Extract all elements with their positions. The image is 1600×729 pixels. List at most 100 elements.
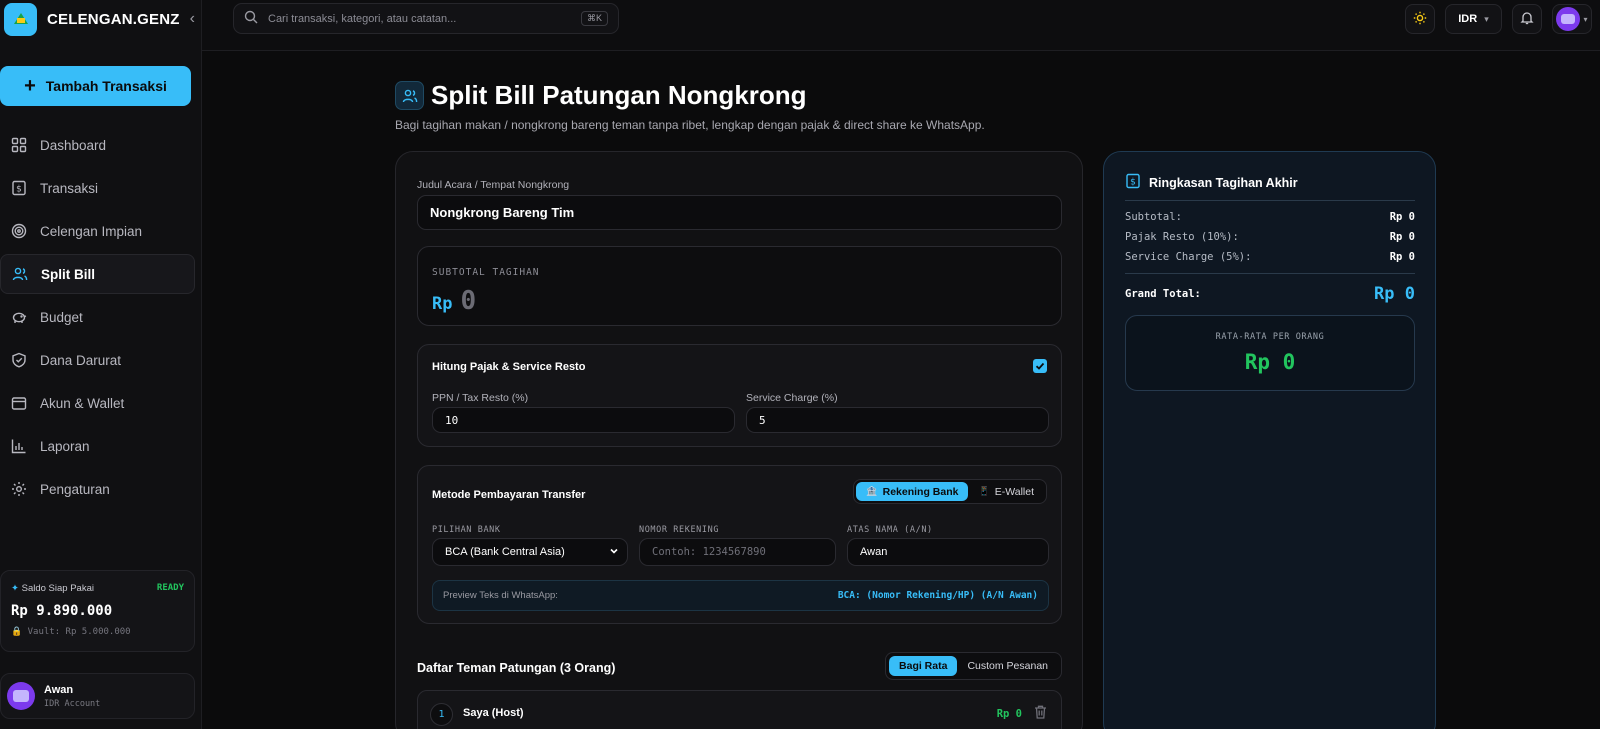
- sidebar-item-label: Laporan: [40, 438, 90, 454]
- summary-subtotal-label: Subtotal:: [1125, 211, 1182, 223]
- sidebar-item-label: Transaksi: [40, 180, 99, 196]
- summary-card: $ Ringkasan Tagihan Akhir Subtotal: Rp 0…: [1103, 151, 1436, 729]
- search-icon: [244, 10, 258, 27]
- dollar-doc-icon: $: [1125, 173, 1141, 192]
- currency-label: IDR: [1458, 13, 1478, 25]
- whatsapp-preview-text: BCA: (Nomor Rekening/HP) (A/N Awan): [837, 590, 1038, 601]
- summary-service-value: Rp 0: [1389, 251, 1415, 263]
- summary-tax-row: Pajak Resto (10%): Rp 0: [1125, 231, 1415, 243]
- piggy-bank-icon: [10, 308, 28, 326]
- sidebar-item-celengan-impian[interactable]: Celengan Impian: [0, 211, 195, 251]
- ppn-input[interactable]: 10: [432, 407, 735, 433]
- search-input[interactable]: Cari transaksi, kategori, atau catatan..…: [268, 13, 581, 25]
- summary-title: Ringkasan Tagihan Akhir: [1149, 175, 1298, 190]
- theme-toggle-button[interactable]: [1405, 4, 1435, 34]
- tab-bagi-rata[interactable]: Bagi Rata: [889, 656, 958, 676]
- trash-icon[interactable]: [1034, 705, 1047, 722]
- topbar-actions: IDR ▾ ▾: [1395, 4, 1592, 34]
- currency-selector[interactable]: IDR ▾: [1445, 4, 1502, 34]
- friends-title: Daftar Teman Patungan (3 Orang): [417, 661, 616, 675]
- subtotal-input[interactable]: Rp 0: [432, 286, 1047, 316]
- event-title-input[interactable]: Nongkrong Bareng Tim: [417, 195, 1062, 230]
- sidebar-item-transaksi[interactable]: $ Transaksi: [0, 168, 195, 208]
- whatsapp-preview: Preview Teks di WhatsApp: BCA: (Nomor Re…: [432, 580, 1049, 611]
- saldo-label: Saldo Siap Pakai: [21, 583, 94, 594]
- tax-enabled-checkbox[interactable]: [1033, 359, 1047, 373]
- grand-total-value: Rp 0: [1374, 284, 1415, 304]
- ppn-label: PPN / Tax Resto (%): [432, 392, 529, 404]
- account-number-label: NOMOR REKENING: [639, 525, 720, 535]
- page-header: Split Bill Patungan Nongkrong Bagi tagih…: [395, 80, 985, 132]
- plus-icon: +: [24, 74, 36, 97]
- whatsapp-preview-label: Preview Teks di WhatsApp:: [443, 590, 558, 601]
- search-bar[interactable]: Cari transaksi, kategori, atau catatan..…: [233, 3, 619, 34]
- payment-section-title: Metode Pembayaran Transfer: [432, 489, 586, 501]
- saldo-amount: Rp 9.890.000: [11, 603, 113, 619]
- sidebar-item-pengaturan[interactable]: Pengaturan: [0, 469, 195, 509]
- page-subtitle: Bagi tagihan makan / nongkrong bareng te…: [395, 118, 985, 132]
- tab-rekening-bank[interactable]: 🏦 Rekening Bank: [856, 482, 969, 501]
- saldo-vault-wrap: 🔒 Vault: Rp 5.000.000: [11, 627, 184, 637]
- sidebar-item-laporan[interactable]: Laporan: [0, 426, 195, 466]
- tab-e-wallet[interactable]: 📱 E-Wallet: [968, 482, 1044, 501]
- service-charge-input[interactable]: 5: [746, 407, 1049, 433]
- sidebar-item-label: Akun & Wallet: [40, 395, 125, 411]
- subtotal-value[interactable]: 0: [460, 286, 476, 316]
- split-bill-form: Judul Acara / Tempat Nongkrong Nongkrong…: [395, 151, 1083, 729]
- profile-menu-button[interactable]: ▾: [1552, 4, 1592, 34]
- sidebar-item-label: Budget: [40, 309, 83, 325]
- list-item: 1 Saya (Host) Rp 0: [417, 690, 1062, 729]
- shield-icon: [10, 351, 28, 369]
- avatar: [1556, 7, 1581, 31]
- page-title: Split Bill Patungan Nongkrong: [431, 80, 807, 110]
- event-title-label: Judul Acara / Tempat Nongkrong: [417, 179, 570, 191]
- sidebar-item-akun-wallet[interactable]: Akun & Wallet: [0, 383, 195, 423]
- phone-icon: 📱: [978, 486, 990, 496]
- summary-service-row: Service Charge (5%): Rp 0: [1125, 251, 1415, 263]
- friend-name: Saya (Host): [463, 707, 524, 719]
- grid-icon: [10, 136, 28, 154]
- saldo-vault: Vault: Rp 5.000.000: [27, 627, 131, 637]
- average-value: Rp 0: [1244, 350, 1296, 374]
- svg-text:$: $: [16, 185, 22, 195]
- brand-logo-icon: [4, 2, 37, 36]
- status-badge: READY: [156, 583, 184, 593]
- saldo-card: ✦ Saldo Siap Pakai READY Rp 9.890.000 🔒 …: [0, 570, 195, 652]
- account-name-input[interactable]: Awan: [847, 538, 1049, 566]
- bar-chart-icon: [10, 437, 28, 455]
- divider: [1125, 200, 1415, 201]
- brand[interactable]: CELENGAN.GENZ ‹: [4, 2, 195, 36]
- user-card[interactable]: Awan IDR Account: [0, 673, 195, 719]
- summary-tax-value: Rp 0: [1389, 231, 1415, 243]
- bank-label: PILIHAN BANK: [432, 525, 501, 535]
- notifications-button[interactable]: [1512, 4, 1542, 34]
- user-name: Awan: [44, 683, 74, 696]
- sidebar-item-label: Dana Darurat: [40, 352, 122, 368]
- chevron-down-icon: [609, 546, 619, 559]
- user-account: IDR Account: [44, 698, 101, 709]
- sidebar-item-split-bill[interactable]: Split Bill: [0, 254, 195, 294]
- sidebar-item-dashboard[interactable]: Dashboard: [0, 125, 195, 165]
- summary-tax-label: Pajak Resto (10%):: [1125, 231, 1239, 243]
- sparkle-icon: ✦: [11, 583, 22, 594]
- sidebar-nav: Dashboard $ Transaksi Celengan Impian Sp…: [0, 125, 195, 512]
- tab-label: E-Wallet: [994, 485, 1034, 498]
- tab-custom-pesanan[interactable]: Custom Pesanan: [957, 656, 1058, 676]
- average-label: RATA-RATA PER ORANG: [1215, 332, 1325, 342]
- sidebar-item-dana-darurat[interactable]: Dana Darurat: [0, 340, 195, 380]
- bell-icon: [1520, 11, 1534, 28]
- account-name-label: ATAS NAMA (A/N): [847, 525, 933, 535]
- target-icon: [10, 222, 28, 240]
- bank-select[interactable]: BCA (Bank Central Asia): [432, 538, 628, 566]
- summary-service-label: Service Charge (5%):: [1125, 251, 1252, 263]
- sun-icon: [1413, 11, 1427, 28]
- summary-subtotal-row: Subtotal: Rp 0: [1125, 211, 1415, 223]
- average-per-person-box: RATA-RATA PER ORANG Rp 0: [1125, 315, 1415, 391]
- collapse-sidebar-icon[interactable]: ‹: [190, 10, 195, 28]
- brand-name: CELENGAN.GENZ: [47, 10, 180, 28]
- subtotal-currency: Rp: [432, 294, 453, 314]
- sidebar-item-budget[interactable]: Budget: [0, 297, 195, 337]
- sidebar-item-label: Celengan Impian: [40, 223, 143, 239]
- add-transaction-button[interactable]: + Tambah Transaksi: [0, 66, 191, 106]
- account-number-input[interactable]: Contoh: 1234567890: [639, 538, 836, 566]
